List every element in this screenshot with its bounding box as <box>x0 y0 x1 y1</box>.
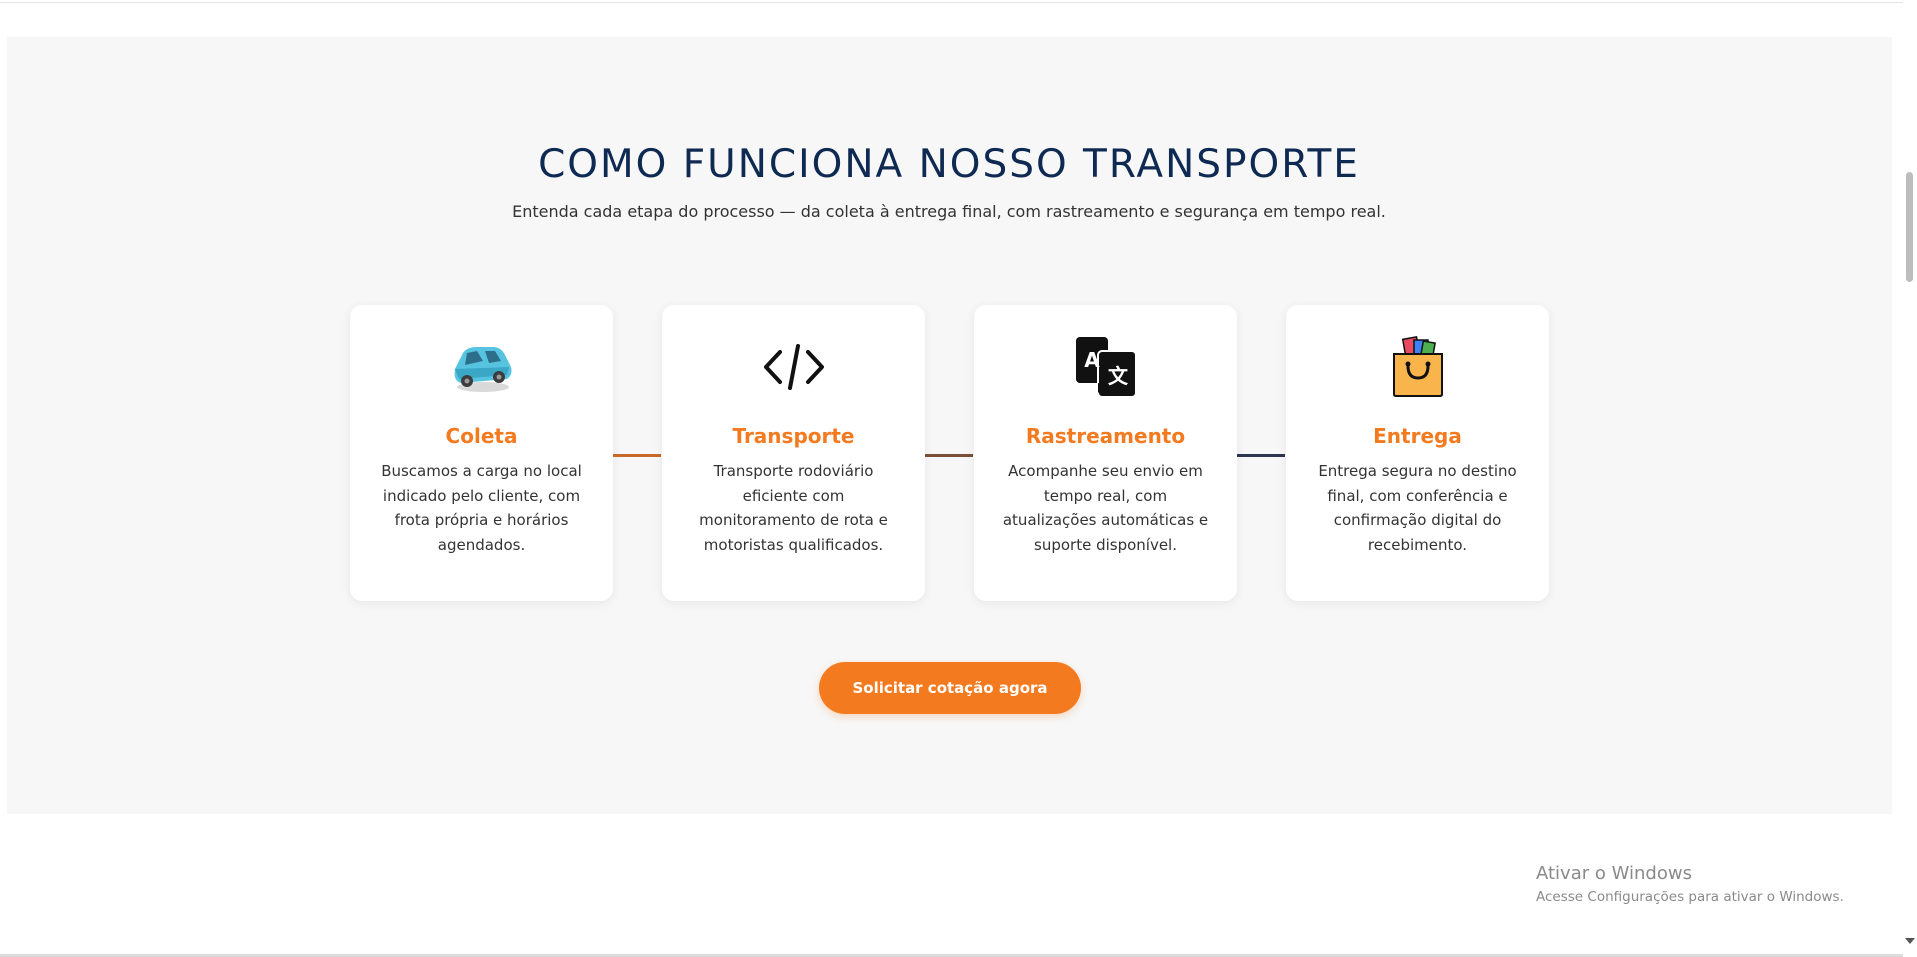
step-connector <box>613 454 661 457</box>
step-title: Coleta <box>445 424 518 448</box>
scroll-down-arrow-icon[interactable] <box>1905 938 1915 944</box>
watermark-title: Ativar o Windows <box>1536 863 1692 884</box>
step-description: Entrega segura no destino final, com con… <box>1318 462 1517 554</box>
step-description: Transporte rodoviário eficiente com moni… <box>699 462 888 554</box>
car-icon <box>350 335 613 399</box>
step-card-coleta: Coleta Buscamos a carga no local indicad… <box>350 305 613 601</box>
step-card-rastreamento: A 文 Rastreamento Acompanhe seu envio em … <box>974 305 1237 601</box>
step-title: Transporte <box>732 424 855 448</box>
code-icon <box>662 335 925 399</box>
step-connector <box>1237 454 1285 457</box>
step-connector <box>925 454 973 457</box>
svg-text:A: A <box>1084 348 1100 372</box>
top-divider <box>0 2 1903 3</box>
step-card-transporte: Transporte Transporte rodoviário eficien… <box>662 305 925 601</box>
vertical-scrollbar[interactable] <box>1903 0 1917 957</box>
section-title: COMO FUNCIONA NOSSO TRANSPORTE <box>538 142 1360 187</box>
step-description: Buscamos a carga no local indicado pelo … <box>381 462 582 554</box>
watermark-subtitle: Acesse Configurações para ativar o Windo… <box>1536 889 1844 905</box>
step-title: Entrega <box>1373 424 1462 448</box>
step-description: Acompanhe seu envio em tempo real, com a… <box>1002 462 1209 554</box>
step-card-entrega: Entrega Entrega segura no destino final,… <box>1286 305 1549 601</box>
section-subtitle: Entenda cada etapa do processo — da cole… <box>512 202 1386 221</box>
windows-activation-watermark: Ativar o Windows Acesse Configurações pa… <box>1536 863 1844 905</box>
shopping-bag-icon <box>1286 335 1549 399</box>
scrollbar-thumb[interactable] <box>1906 172 1913 282</box>
translate-icon: A 文 <box>974 335 1237 399</box>
svg-text:文: 文 <box>1108 364 1129 388</box>
request-quote-button[interactable]: Solicitar cotação agora <box>819 662 1081 714</box>
step-title: Rastreamento <box>1025 424 1186 448</box>
